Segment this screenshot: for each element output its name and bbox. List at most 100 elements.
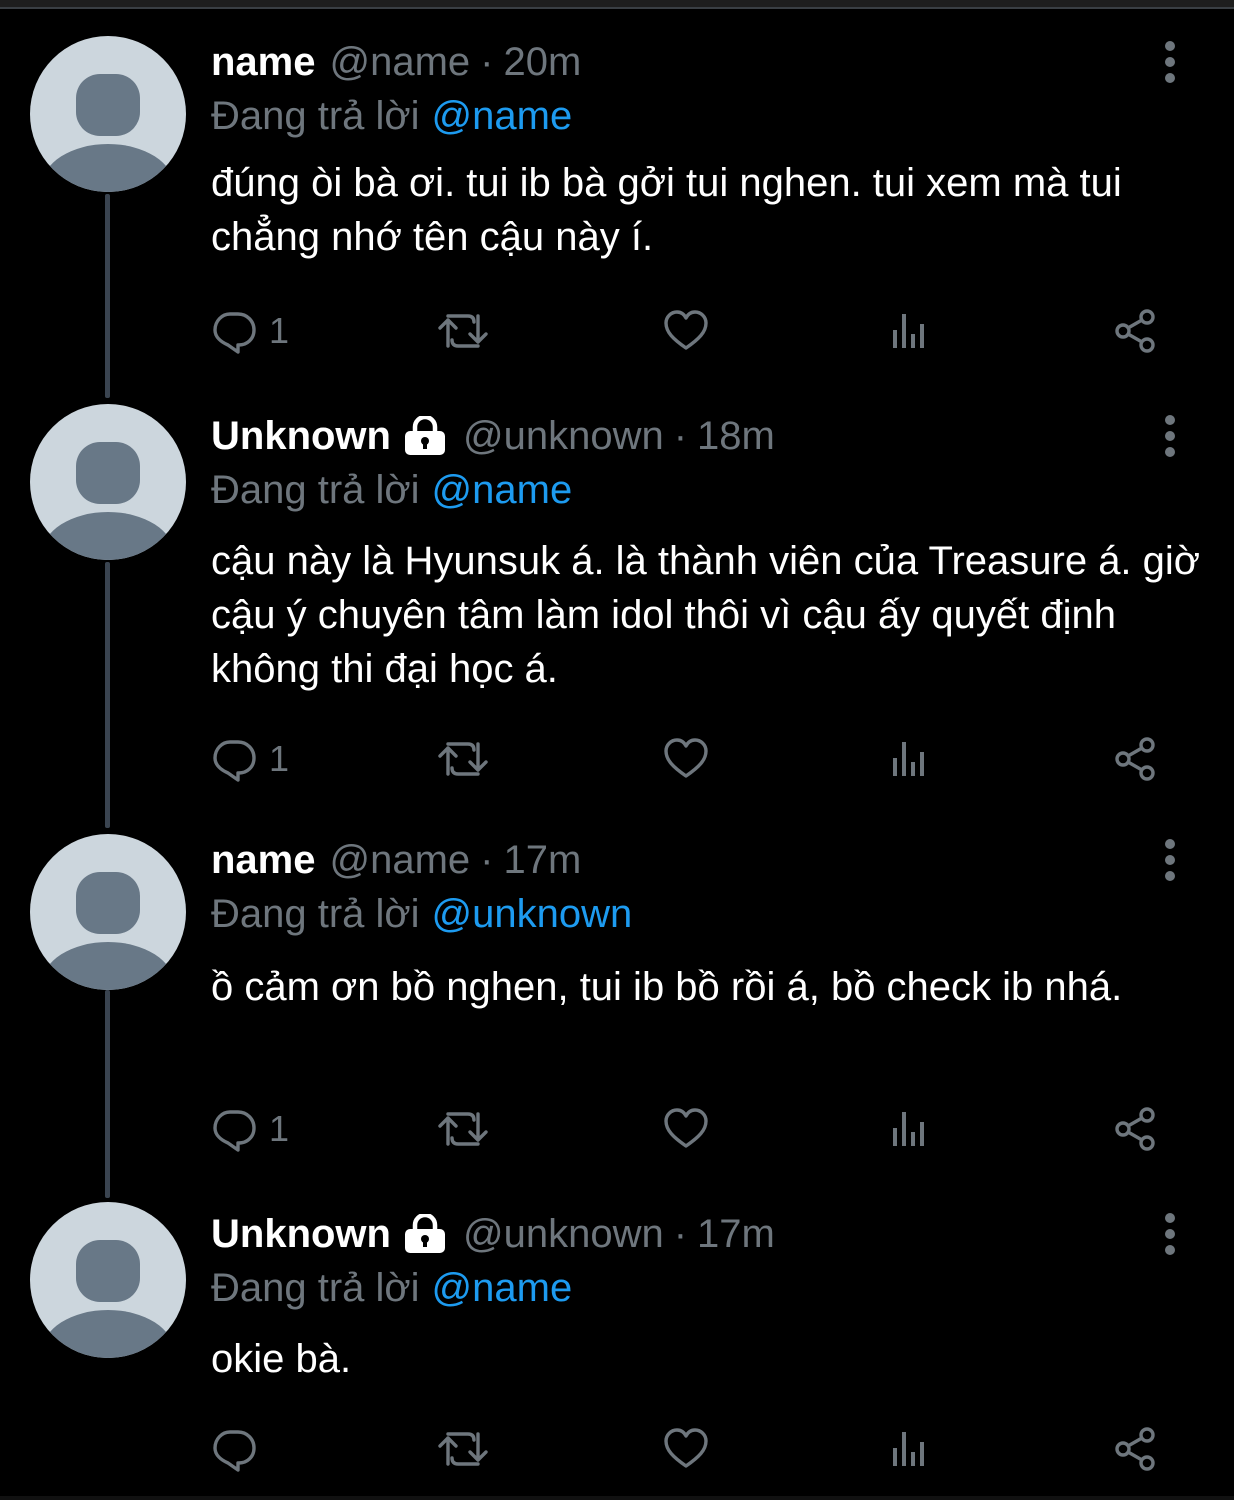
tweet-actions	[211, 1424, 1171, 1474]
timestamp[interactable]: 17m	[504, 834, 582, 886]
separator: ·	[673, 1212, 688, 1256]
display-name[interactable]: Unknown	[211, 1208, 391, 1260]
tweet-header: name @name · 17m	[211, 834, 581, 886]
reply-icon	[213, 1110, 256, 1152]
separator: ·	[480, 40, 494, 84]
reply-prefix: Đang trả lời	[211, 468, 420, 512]
tweet-header: Unknown @unknown · 18m	[211, 410, 775, 462]
lock-icon	[404, 1214, 445, 1253]
default-avatar-icon	[42, 1240, 174, 1358]
tweet[interactable]: name @name · 17m Đang trả lời @unknown ồ …	[0, 834, 1234, 1198]
heart-icon	[664, 310, 708, 350]
avatar[interactable]	[30, 36, 186, 192]
reply-button[interactable]: 1	[211, 734, 289, 784]
tweet[interactable]: Unknown @unknown · 18m Đang trả lời @name…	[0, 404, 1234, 824]
like-button[interactable]	[663, 306, 709, 356]
share-icon	[1115, 1107, 1155, 1151]
reply-button[interactable]	[211, 1424, 269, 1474]
share-icon	[1115, 309, 1155, 353]
views-button[interactable]	[889, 734, 931, 784]
heart-icon	[664, 1108, 708, 1148]
more-vertical-icon[interactable]	[1152, 1208, 1188, 1260]
reply-to-handle[interactable]: @name	[432, 468, 573, 512]
reply-prefix: Đang trả lời	[211, 1266, 420, 1310]
reply-icon	[213, 740, 256, 782]
reply-button[interactable]: 1	[211, 306, 289, 356]
share-icon	[1115, 737, 1155, 781]
handle[interactable]: @unknown	[463, 410, 664, 462]
reply-to-handle[interactable]: @unknown	[432, 892, 633, 936]
heart-icon	[664, 738, 708, 778]
share-button[interactable]	[1113, 734, 1159, 784]
replying-to: Đang trả lời @name	[211, 90, 572, 142]
retweet-icon	[438, 742, 488, 776]
more-vertical-icon[interactable]	[1152, 410, 1188, 462]
views-button[interactable]	[889, 1424, 931, 1474]
top-divider	[0, 0, 1234, 9]
tweet-text: đúng òi bà ơi. tui ib bà gởi tui nghen. …	[211, 161, 1122, 259]
share-button[interactable]	[1113, 1424, 1159, 1474]
avatar[interactable]	[30, 834, 186, 990]
tweet-text: ồ cảm ơn bồ nghen, tui ib bồ rồi á, bồ c…	[211, 965, 1123, 1009]
tweet-actions: 1	[211, 734, 1171, 784]
handle[interactable]: @name	[330, 834, 471, 886]
bar-chart-icon	[893, 314, 924, 348]
handle[interactable]: @unknown	[463, 1208, 664, 1260]
bar-chart-icon	[893, 1432, 924, 1466]
retweet-button[interactable]	[437, 306, 489, 356]
reply-count: 1	[269, 310, 290, 351]
default-avatar-icon	[42, 74, 174, 192]
reply-to-handle[interactable]: @name	[432, 1266, 573, 1310]
reply-to-handle[interactable]: @name	[432, 94, 573, 138]
reply-prefix: Đang trả lời	[211, 94, 420, 138]
bottom-edge	[0, 1496, 1234, 1500]
bar-chart-icon	[893, 742, 924, 776]
heart-icon	[664, 1428, 708, 1468]
more-vertical-icon[interactable]	[1152, 834, 1188, 886]
replying-to: Đang trả lời @name	[211, 1262, 572, 1314]
replying-to: Đang trả lời @name	[211, 464, 572, 516]
more-vertical-icon[interactable]	[1152, 36, 1188, 88]
like-button[interactable]	[663, 1424, 709, 1474]
timestamp[interactable]: 18m	[697, 410, 775, 462]
views-button[interactable]	[889, 1104, 931, 1154]
tweet[interactable]: name @name · 20m Đang trả lời @name đúng …	[0, 36, 1234, 406]
reply-count: 1	[269, 738, 290, 779]
like-button[interactable]	[663, 734, 709, 784]
default-avatar-icon	[42, 872, 174, 990]
avatar[interactable]	[30, 404, 186, 560]
tweet-actions: 1	[211, 1104, 1171, 1154]
display-name[interactable]: name	[211, 834, 316, 886]
share-icon	[1115, 1427, 1155, 1471]
tweet[interactable]: Unknown @unknown · 17m Đang trả lời @name…	[0, 1202, 1234, 1492]
separator: ·	[673, 414, 688, 458]
bar-chart-icon	[893, 1112, 924, 1146]
replying-to: Đang trả lời @unknown	[211, 888, 632, 940]
timestamp[interactable]: 20m	[504, 36, 582, 88]
reply-icon	[213, 1430, 256, 1472]
avatar[interactable]	[30, 1202, 186, 1358]
retweet-button[interactable]	[437, 1424, 489, 1474]
tweet-header: Unknown @unknown · 17m	[211, 1208, 775, 1260]
display-name[interactable]: Unknown	[211, 410, 391, 462]
share-button[interactable]	[1113, 306, 1159, 356]
tweet-text: okie bà.	[211, 1337, 352, 1381]
tweet-header: name @name · 20m	[211, 36, 581, 88]
timestamp[interactable]: 17m	[697, 1208, 775, 1260]
share-button[interactable]	[1113, 1104, 1159, 1154]
retweet-button[interactable]	[437, 734, 489, 784]
reply-icon	[213, 312, 256, 354]
like-button[interactable]	[663, 1104, 709, 1154]
retweet-button[interactable]	[437, 1104, 489, 1154]
tweet-actions: 1	[211, 306, 1171, 356]
reply-count: 1	[269, 1108, 290, 1149]
retweet-icon	[438, 1432, 488, 1466]
display-name[interactable]: name	[211, 36, 316, 88]
reply-button[interactable]: 1	[211, 1104, 289, 1154]
reply-prefix: Đang trả lời	[211, 892, 420, 936]
views-button[interactable]	[889, 306, 931, 356]
handle[interactable]: @name	[330, 36, 471, 88]
default-avatar-icon	[42, 442, 174, 560]
lock-icon	[404, 416, 445, 455]
retweet-icon	[438, 314, 488, 348]
